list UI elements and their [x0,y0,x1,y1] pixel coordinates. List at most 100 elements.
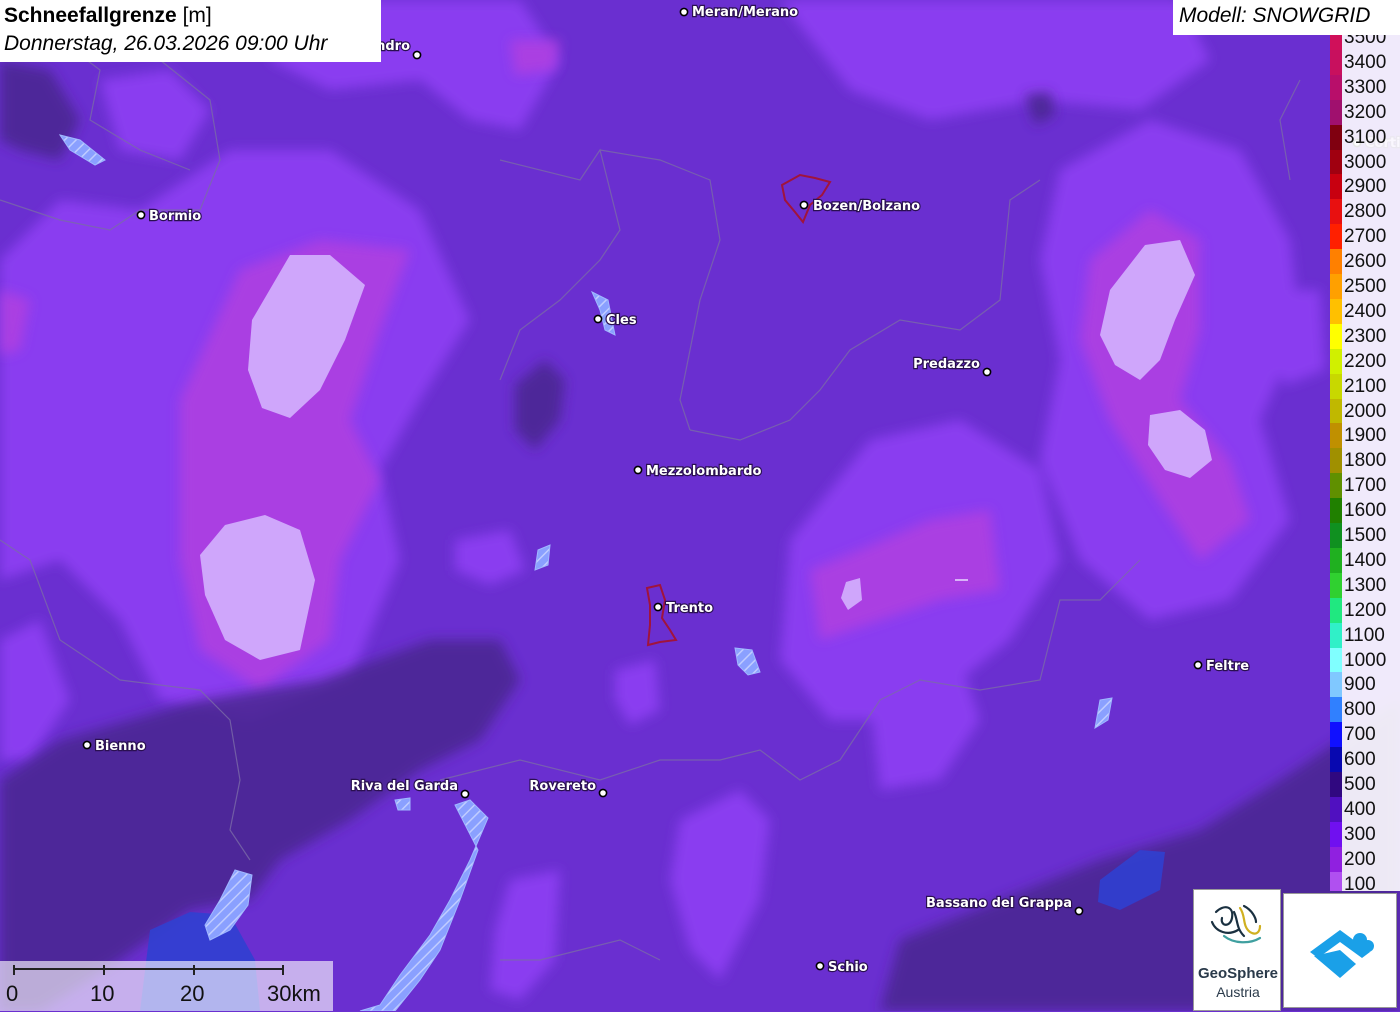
legend-swatch [1330,99,1342,125]
legend-value: 3500 [1344,35,1387,48]
legend-row-900: 900 [1330,672,1400,698]
legend-swatch [1330,249,1342,275]
legend-row-1400: 1400 [1330,547,1400,573]
city-dot-icon [679,7,689,17]
legend-swatch [1330,547,1342,573]
legend-row-3100: 3100 [1330,124,1400,150]
city-label-feltre: Feltre [1206,659,1249,674]
scale-bar: 0 10 20 30km [0,961,333,1011]
city-dot-icon [82,740,92,750]
legend-value: 2900 [1344,176,1387,198]
geosphere-emblem-icon [1210,904,1262,944]
legend-value: 3400 [1344,51,1387,73]
legend-row-400: 400 [1330,796,1400,822]
legend-swatch [1330,74,1342,100]
legend-row-2100: 2100 [1330,373,1400,399]
legend-row-1000: 1000 [1330,647,1400,673]
legend-swatch [1330,199,1342,225]
city-label-cles: Cles [606,313,637,328]
legend-value: 2300 [1344,325,1387,347]
legend-row-1700: 1700 [1330,473,1400,499]
city-dot-icon [982,367,992,377]
scale-tick-30: 30km [267,981,321,1006]
legend-row-200: 200 [1330,846,1400,872]
legend-value: 1700 [1344,475,1387,497]
legend-swatch [1330,448,1342,474]
legend-value: 1200 [1344,599,1387,621]
city-label-trento: Trento [666,601,713,616]
legend-value: 3300 [1344,76,1387,98]
legend-row-2700: 2700 [1330,224,1400,250]
legend-swatch [1330,871,1342,891]
city-marker-bozen[interactable]: Bozen/Bolzano [799,198,921,215]
legend-value: 1600 [1344,500,1387,522]
city-dot-icon [633,465,643,475]
snowgrid-emblem-icon [1310,930,1374,978]
legend-row-2900: 2900 [1330,174,1400,200]
scale-tick-10: 10 [90,981,115,1006]
map-title: Schneefallgrenze [m] [4,2,377,30]
city-dot-icon [815,961,825,971]
snowgrid-logo[interactable] [1283,893,1397,1008]
legend-swatch [1330,323,1342,349]
model-label: Modell: SNOWGRID [1173,0,1400,35]
city-label-riva: Riva del Garda [351,779,458,794]
legend-value: 400 [1344,798,1376,820]
legend-swatch [1330,498,1342,524]
legend-value: 1000 [1344,649,1387,671]
legend-swatch [1330,149,1342,175]
legend-row-2400: 2400 [1330,298,1400,324]
legend-value: 2000 [1344,400,1387,422]
legend-value: 700 [1344,724,1376,746]
city-label-meran: Meran/Merano [692,5,798,20]
legend-value: 1400 [1344,549,1387,571]
city-label-mezzolombardo: Mezzolombardo [646,464,762,479]
city-label-bozen: Bozen/Bolzano [813,199,920,214]
legend-row-1200: 1200 [1330,597,1400,623]
legend-row-3200: 3200 [1330,99,1400,125]
legend-value: 1100 [1344,624,1385,646]
legend-row-1900: 1900 [1330,423,1400,449]
legend-row-2600: 2600 [1330,249,1400,275]
legend-row-1300: 1300 [1330,572,1400,598]
legend-value: 1800 [1344,450,1387,472]
legend-swatch [1330,772,1342,797]
map-date: Donnerstag, 26.03.2026 09:00 Uhr [4,32,328,55]
legend-value: 1500 [1344,525,1387,546]
legend-swatch [1330,647,1342,673]
city-label-bassano: Bassano del Grappa [926,896,1072,911]
city-dot-icon [593,314,603,324]
legend-row-2800: 2800 [1330,199,1400,225]
legend-swatch [1330,174,1342,200]
legend-swatch [1330,298,1342,324]
city-label-schio: Schio [828,960,868,975]
legend-row-3500: 3500 [1330,35,1400,50]
city-marker-rovereto[interactable]: Rovereto [528,778,608,798]
legend-value: 3000 [1344,151,1387,173]
legend-swatch [1330,473,1342,499]
city-dot-icon [799,200,809,210]
city-dot-icon [598,788,608,798]
city-dot-icon [136,210,146,220]
city-marker-mezzolombardo[interactable]: Mezzolombardo [633,463,763,480]
city-marker-meran[interactable]: Meran/Merano [679,4,799,21]
legend-value: 1300 [1344,574,1387,596]
legend-row-700: 700 [1330,722,1400,748]
legend-row-2500: 2500 [1330,274,1400,299]
scale-tick-20: 20 [180,981,205,1006]
legend-row-300: 300 [1330,821,1400,847]
legend-swatch [1330,423,1342,449]
city-label-ndro: ndro [376,39,410,54]
legend-swatch [1330,124,1342,150]
legend-swatch [1330,722,1342,748]
snowline-map[interactable]: Meran/Merano ndro Bormio Bozen/Bolzano Cles P… [0,0,1400,1011]
geosphere-logo[interactable]: GeoSphere Austria [1193,889,1281,1011]
legend-swatch [1330,35,1342,50]
legend-value: 1900 [1344,425,1387,447]
legend-swatch [1330,697,1342,723]
legend-swatch [1330,796,1342,822]
legend-value: 2600 [1344,251,1387,273]
legend-swatch [1330,622,1342,648]
geosphere-logo-line2: Austria [1216,984,1260,1000]
scale-tick-0: 0 [6,981,19,1006]
